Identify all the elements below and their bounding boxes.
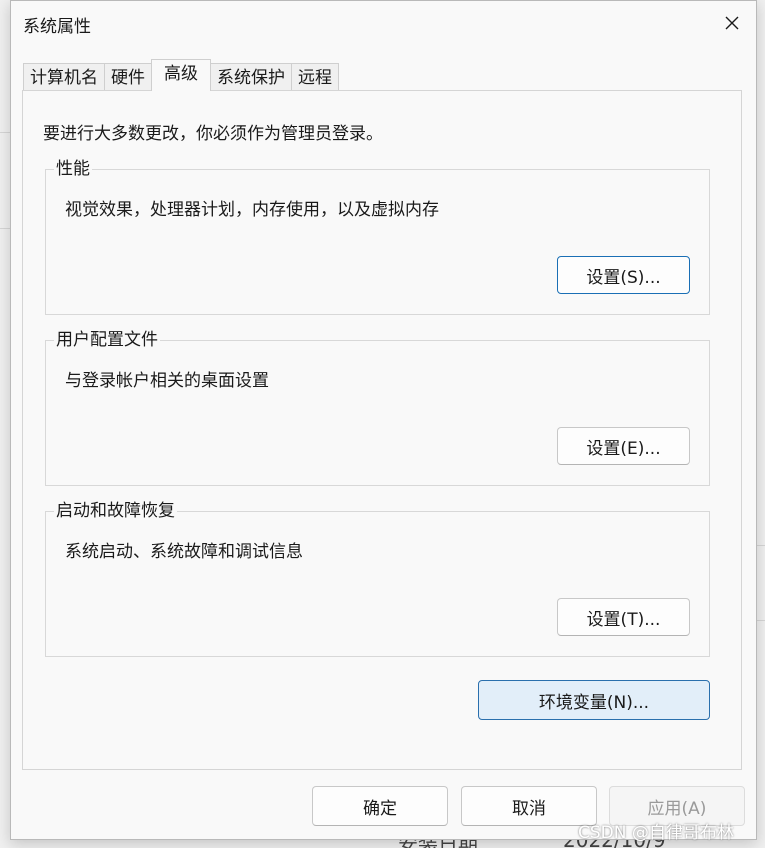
- startup-recovery-description: 系统启动、系统故障和调试信息: [65, 542, 303, 562]
- tab-remote[interactable]: 远程: [291, 63, 339, 91]
- system-properties-dialog: 系统属性 计算机名 硬件 高级 系统保护 远程 要进行大多数更改，你必须作为管理…: [10, 0, 757, 840]
- environment-variables-button[interactable]: 环境变量(N)...: [478, 680, 710, 720]
- performance-description: 视觉效果，处理器计划，内存使用，以及虚拟内存: [65, 200, 439, 220]
- startup-recovery-legend: 启动和故障恢复: [54, 501, 177, 521]
- bg-divider: [0, 132, 10, 133]
- bg-divider: [0, 228, 10, 229]
- ok-button[interactable]: 确定: [312, 786, 448, 826]
- user-profiles-legend: 用户配置文件: [54, 330, 160, 350]
- tab-system-protection[interactable]: 系统保护: [210, 63, 292, 91]
- title-bar[interactable]: 系统属性: [11, 1, 756, 45]
- close-button[interactable]: [714, 7, 750, 39]
- dialog-title: 系统属性: [23, 17, 91, 37]
- tab-hardware[interactable]: 硬件: [104, 63, 152, 91]
- close-icon: [725, 16, 739, 30]
- user-profiles-settings-button[interactable]: 设置(E)...: [557, 427, 690, 465]
- startup-recovery-group: 启动和故障恢复 系统启动、系统故障和调试信息 设置(T)...: [45, 501, 710, 657]
- performance-legend: 性能: [54, 159, 92, 179]
- user-profiles-group: 用户配置文件 与登录帐户相关的桌面设置 设置(E)...: [45, 330, 710, 486]
- tab-computer-name[interactable]: 计算机名: [23, 63, 105, 91]
- cancel-button[interactable]: 取消: [461, 786, 597, 826]
- admin-notice: 要进行大多数更改，你必须作为管理员登录。: [43, 124, 383, 144]
- startup-recovery-settings-button[interactable]: 设置(T)...: [557, 598, 690, 636]
- csdn-watermark: CSDN @自律哥布林: [578, 823, 734, 843]
- user-profiles-description: 与登录帐户相关的桌面设置: [65, 371, 269, 391]
- tab-advanced[interactable]: 高级: [151, 59, 211, 91]
- performance-settings-button[interactable]: 设置(S)...: [557, 256, 690, 294]
- performance-group: 性能 视觉效果，处理器计划，内存使用，以及虚拟内存 设置(S)...: [45, 159, 710, 315]
- tab-strip: 计算机名 硬件 高级 系统保护 远程: [23, 59, 339, 91]
